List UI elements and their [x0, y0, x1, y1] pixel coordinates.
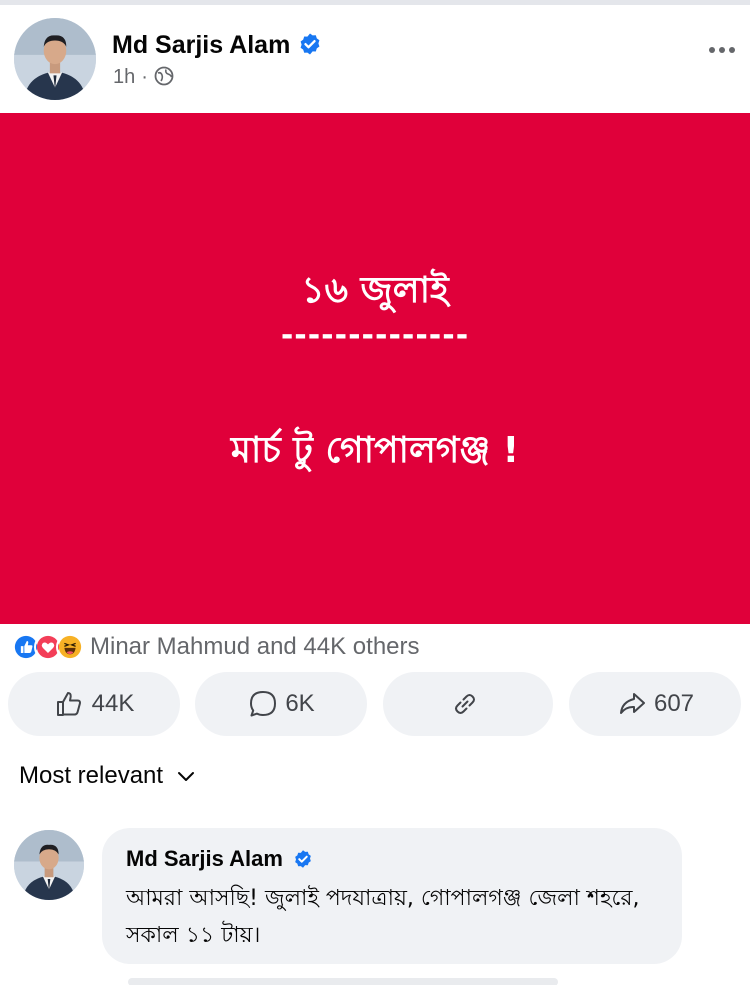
reaction-summary[interactable]: Minar Mahmud and 44K others	[12, 630, 420, 664]
author-avatar[interactable]	[14, 18, 96, 100]
post-image[interactable]: ১৬ জুলাই -------------- মার্চ টু গোপালগঞ…	[0, 113, 750, 624]
commenter-avatar[interactable]	[14, 830, 84, 900]
next-comment-preview	[128, 978, 558, 985]
image-date-text: ১৬ জুলাই	[301, 270, 449, 311]
reaction-icons	[12, 633, 84, 661]
reaction-summary-text[interactable]: Minar Mahmud and 44K others	[90, 633, 420, 661]
author-name-text[interactable]: Md Sarjis Alam	[112, 31, 290, 59]
share-icon	[619, 693, 645, 714]
like-button[interactable]: 44K	[8, 672, 180, 736]
image-divider-text: --------------	[280, 318, 470, 353]
haha-icon	[56, 633, 84, 661]
post-time[interactable]: 1h	[113, 66, 135, 88]
meta-separator: ·	[141, 66, 148, 88]
globe-icon[interactable]	[154, 66, 174, 86]
comment-button[interactable]: 6K	[195, 672, 367, 736]
link-icon	[455, 694, 475, 714]
share-count: 607	[653, 690, 695, 717]
comment-author[interactable]: Md Sarjis Alam	[126, 846, 313, 872]
chevron-down-icon	[178, 772, 195, 781]
verified-badge-icon	[293, 849, 313, 869]
comment-icon	[250, 691, 277, 717]
copy-link-button[interactable]	[383, 672, 553, 736]
share-button[interactable]: 607	[569, 672, 741, 736]
more-options-icon[interactable]	[700, 35, 744, 65]
image-march-text: মার্চ টু গোপালগঞ্জ !	[230, 430, 520, 471]
post-header: Md Sarjis Alam 1h ·	[0, 5, 750, 113]
post-meta: 1h ·	[113, 66, 174, 89]
verified-badge-icon	[298, 32, 322, 56]
like-count: 44K	[91, 690, 135, 717]
comment-bubble[interactable]: Md Sarjis Alam আমরা আসছি! জুলাই পদযাত্রা…	[102, 828, 682, 964]
author-name[interactable]: Md Sarjis Alam	[112, 31, 322, 60]
thumbs-up-icon	[56, 692, 81, 716]
comment-count: 6K	[285, 690, 315, 717]
comment-sort-dropdown[interactable]: Most relevant	[19, 762, 197, 790]
sort-label: Most relevant	[19, 762, 164, 789]
comment-author-text[interactable]: Md Sarjis Alam	[126, 846, 283, 871]
comment-text: আমরা আসছি! জুলাই পদযাত্রায়, গোপালগঞ্জ জ…	[126, 886, 640, 948]
